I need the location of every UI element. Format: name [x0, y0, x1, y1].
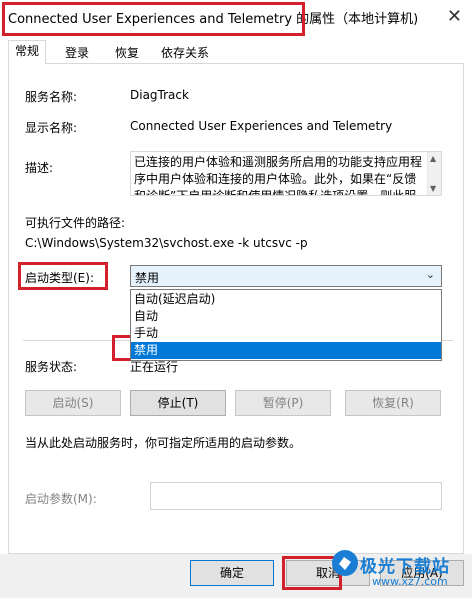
- watermark-url: www.xz7.com: [372, 575, 448, 588]
- display-name-label: 显示名称:: [25, 121, 78, 135]
- start-params-hint: 当从此处启动服务时，你可指定所适用的启动参数。: [25, 436, 302, 450]
- resume-button[interactable]: 恢复(R): [345, 390, 441, 416]
- display-name-value: Connected User Experiences and Telemetry: [130, 119, 393, 133]
- service-name-value: DiagTrack: [130, 88, 189, 102]
- start-button[interactable]: 启动(S): [25, 390, 121, 416]
- start-params-label: 启动参数(M):: [25, 492, 97, 506]
- startup-type-dropdown[interactable]: 自动(延迟启动) 自动 手动 禁用: [130, 289, 442, 361]
- tab-recovery[interactable]: 恢复: [108, 42, 146, 64]
- window-title: Connected User Experiences and Telemetry…: [8, 12, 419, 27]
- start-params-input[interactable]: [150, 482, 442, 510]
- exe-path-value: C:\Windows\System32\svchost.exe -k utcsv…: [25, 236, 308, 250]
- service-name-label: 服务名称:: [25, 90, 78, 104]
- chevron-down-icon[interactable]: ⌄: [426, 268, 435, 281]
- exe-path-label: 可执行文件的路径:: [25, 216, 126, 230]
- stop-button[interactable]: 停止(T): [130, 390, 226, 416]
- description-label: 描述:: [25, 161, 54, 175]
- tab-general[interactable]: 常规: [8, 40, 47, 65]
- startup-type-select[interactable]: 禁用 ⌄: [130, 265, 442, 287]
- startup-option-auto[interactable]: 自动: [131, 308, 441, 325]
- scroll-up-icon[interactable]: ▲: [430, 154, 436, 163]
- watermark-brand: 极光下载站: [360, 557, 450, 577]
- close-icon[interactable]: ✕: [447, 6, 462, 27]
- description-box[interactable]: 已连接的用户体验和遥测服务所启用的功能支持应用程序中用户体验和连接的用户体验。此…: [130, 151, 442, 196]
- tab-strip: 常规 登录 恢复 依存关系: [8, 40, 464, 65]
- tab-dependencies[interactable]: 依存关系: [154, 42, 216, 64]
- watermark-logo-icon: [332, 550, 358, 576]
- startup-type-label: 启动类型(E):: [25, 271, 94, 285]
- startup-type-selected-value: 禁用: [135, 271, 160, 285]
- scroll-down-icon[interactable]: ▼: [430, 184, 436, 193]
- service-status-label: 服务状态:: [25, 360, 78, 374]
- tab-logon[interactable]: 登录: [58, 42, 96, 64]
- description-text: 已连接的用户体验和遥测服务所启用的功能支持应用程序中用户体验和连接的用户体验。此…: [134, 155, 423, 196]
- title-bar: Connected User Experiences and Telemetry…: [0, 0, 472, 34]
- pause-button[interactable]: 暂停(P): [235, 390, 331, 416]
- startup-option-auto-delayed[interactable]: 自动(延迟启动): [131, 291, 441, 308]
- startup-option-disabled[interactable]: 禁用: [131, 342, 441, 359]
- general-panel: 服务名称: DiagTrack 显示名称: Connected User Exp…: [8, 64, 464, 554]
- ok-button[interactable]: 确定: [190, 560, 274, 586]
- description-scrollbar[interactable]: ▲ ▼: [427, 152, 441, 195]
- startup-option-manual[interactable]: 手动: [131, 325, 441, 342]
